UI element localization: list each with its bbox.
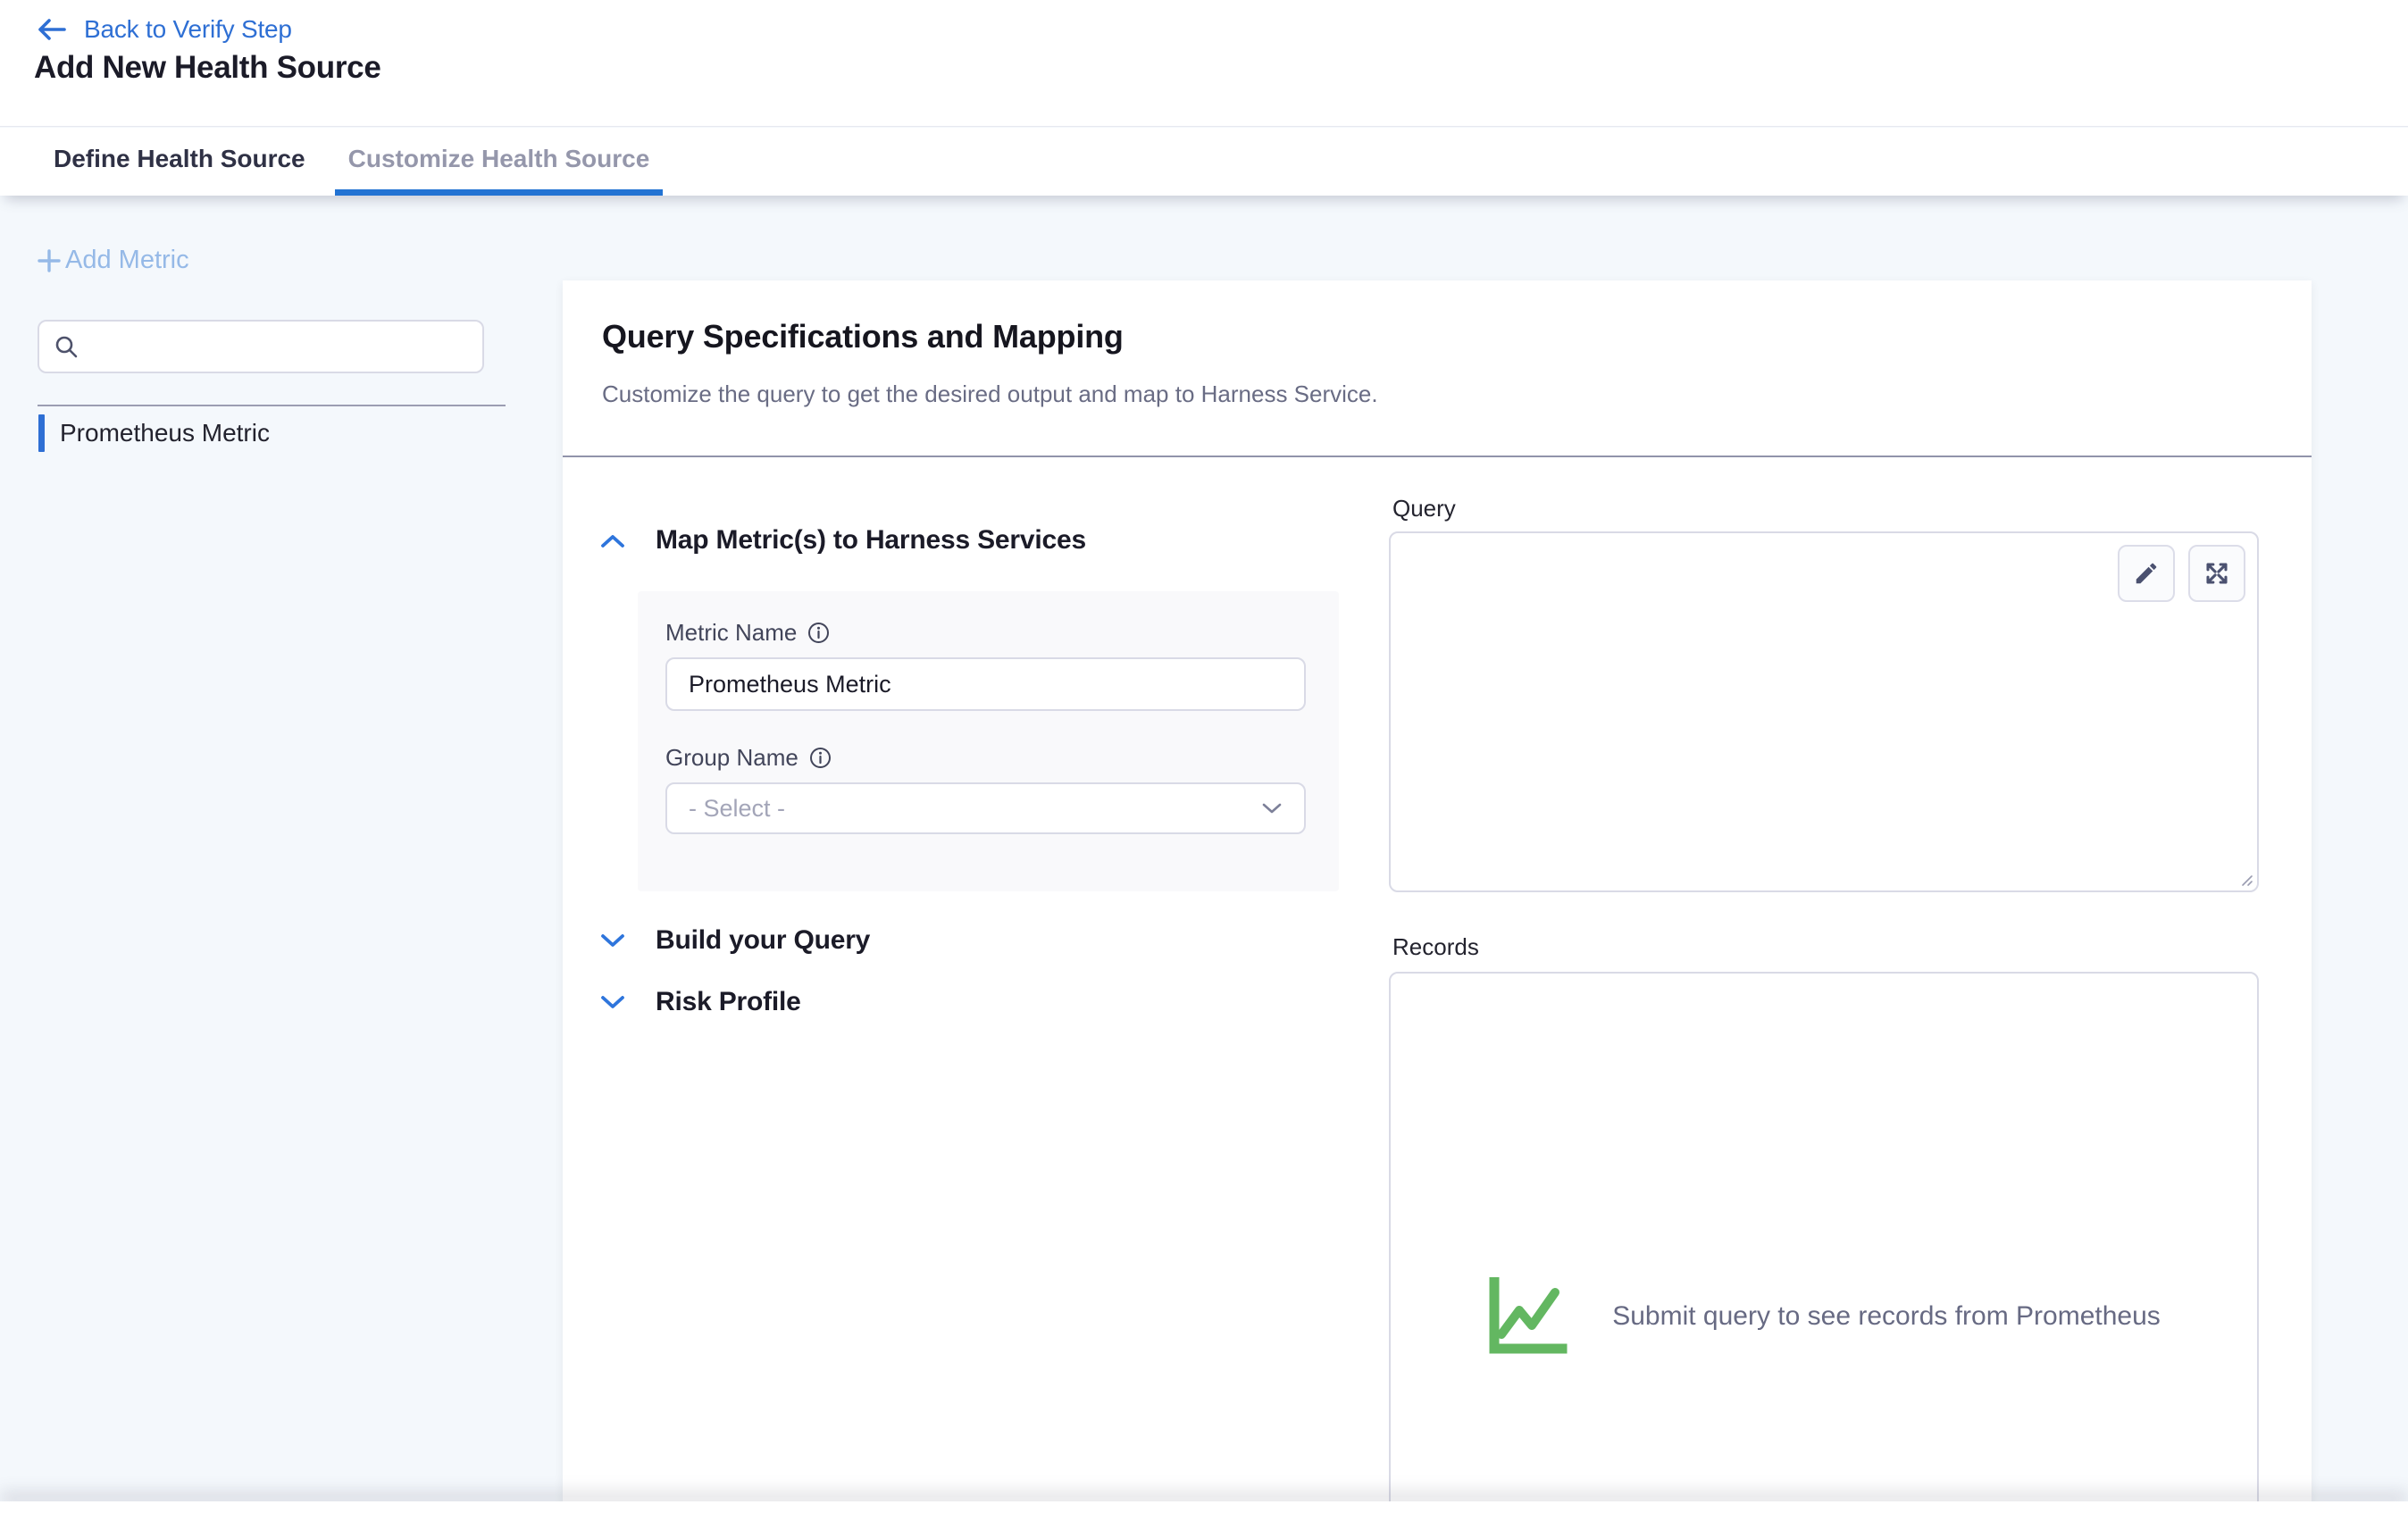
drawer-header: Back to Verify Step Add New Health Sourc…: [0, 0, 2408, 127]
pencil-icon: [2133, 560, 2160, 587]
panel-divider: [563, 456, 2312, 457]
add-metric-label: Add Metric: [65, 246, 189, 275]
add-health-source-drawer: Back to Verify Step Add New Health Sourc…: [0, 0, 2408, 1513]
metric-search-box: [38, 320, 484, 373]
sticky-footer-shadow: [0, 1501, 2408, 1513]
plus-icon: [36, 247, 63, 274]
group-name-label-row: Group Name: [665, 744, 832, 772]
metric-name-label: Metric Name: [665, 619, 797, 647]
edit-query-button[interactable]: [2118, 545, 2175, 602]
records-empty-state: Submit query to see records from Prometh…: [1391, 1277, 2257, 1356]
query-label: Query: [1392, 495, 1456, 522]
query-actions: [2118, 545, 2245, 602]
metric-list-item-prometheus[interactable]: Prometheus Metric: [38, 414, 270, 452]
query-mapping-panel: Query Specifications and Mapping Customi…: [563, 280, 2312, 1513]
map-metrics-form: Metric Name Group Name: [638, 591, 1339, 891]
metric-name-input[interactable]: [665, 657, 1306, 711]
health-source-tabbar: Define Health Source Customize Health So…: [0, 128, 2408, 196]
records-empty-text: Submit query to see records from Prometh…: [1612, 1301, 2161, 1332]
line-chart-icon: [1487, 1277, 1580, 1356]
panel-subtitle: Customize the query to get the desired o…: [602, 380, 1378, 408]
risk-profile-section-title: Risk Profile: [656, 987, 801, 1017]
expand-arrows-icon: [2203, 559, 2231, 588]
info-icon[interactable]: [807, 622, 830, 644]
map-metrics-section-title: Map Metric(s) to Harness Services: [656, 525, 1086, 556]
records-label: Records: [1392, 933, 1479, 961]
info-icon[interactable]: [809, 747, 832, 769]
sidebar-divider: [38, 405, 506, 406]
chevron-up-icon: [600, 533, 625, 548]
metric-name-label-row: Metric Name: [665, 619, 830, 647]
group-name-select[interactable]: - Select -: [665, 782, 1306, 834]
back-link-label: Back to Verify Step: [84, 15, 292, 44]
build-query-section-toggle[interactable]: Build your Query: [600, 925, 870, 956]
chevron-down-icon: [1261, 802, 1283, 815]
group-name-placeholder: - Select -: [689, 795, 785, 823]
add-metric-button[interactable]: Add Metric: [36, 246, 189, 275]
panel-title: Query Specifications and Mapping: [602, 318, 1124, 355]
search-icon: [54, 334, 79, 360]
risk-profile-section-toggle[interactable]: Risk Profile: [600, 987, 801, 1017]
metric-search-input[interactable]: [90, 322, 482, 372]
chevron-down-icon: [600, 995, 625, 1010]
metric-item-label: Prometheus Metric: [60, 419, 270, 447]
build-query-section-title: Build your Query: [656, 925, 870, 956]
tab-define-health-source[interactable]: Define Health Source: [40, 128, 319, 196]
drawer-content: Add Metric Prometheus Metric Query Speci…: [0, 196, 2408, 1513]
selected-indicator-bar: [38, 414, 45, 452]
query-editor-box: [1389, 531, 2259, 892]
textarea-resize-handle[interactable]: [2237, 870, 2254, 888]
map-metrics-section-toggle[interactable]: Map Metric(s) to Harness Services: [600, 525, 1086, 556]
chevron-down-icon: [600, 933, 625, 949]
fullscreen-query-button[interactable]: [2188, 545, 2245, 602]
arrow-left-icon: [36, 16, 68, 43]
records-box: Submit query to see records from Prometh…: [1389, 972, 2259, 1513]
group-name-label: Group Name: [665, 744, 798, 772]
page-title: Add New Health Source: [34, 50, 381, 86]
back-link[interactable]: Back to Verify Step: [36, 11, 292, 48]
tab-customize-health-source[interactable]: Customize Health Source: [335, 128, 664, 196]
